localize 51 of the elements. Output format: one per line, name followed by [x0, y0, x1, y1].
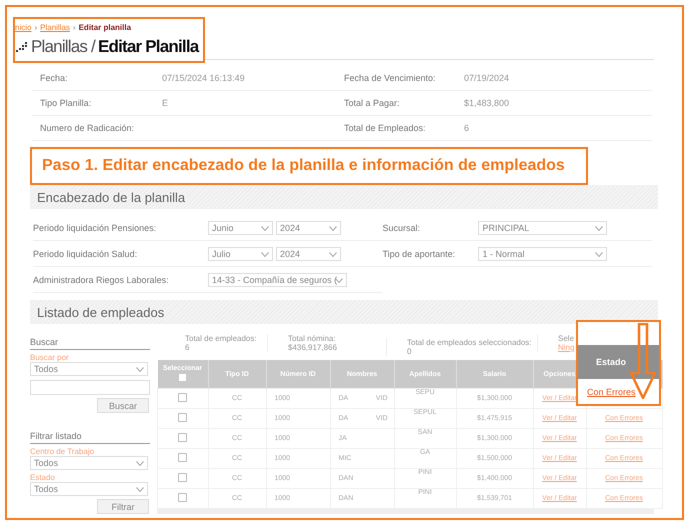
field-label: Total de Empleados: — [344, 123, 427, 133]
column-header: Estado — [578, 345, 659, 379]
field-label: Administradora Riegos Laborales: — [33, 274, 170, 284]
field-label: Fecha de Vencimiento: — [344, 73, 437, 83]
field-label: Sucursal: — [382, 222, 421, 232]
field-value: 6 — [464, 123, 470, 133]
field-value: E — [162, 98, 168, 108]
dropdown[interactable]: Julio — [208, 246, 273, 260]
summary-value: $436,917,866 — [288, 343, 338, 352]
section-header: Encabezado de la planilla — [30, 185, 658, 209]
breadcrumb-current: Editar planilla — [78, 23, 132, 32]
field-value: 07/19/2024 — [464, 73, 510, 83]
dropdown[interactable]: Junio — [208, 220, 273, 234]
step-callout: Paso 1. Editar encabezado de la planilla e información de empleados — [30, 147, 588, 185]
summary-label: Sele — [558, 334, 574, 343]
breadcrumb-link[interactable]: nicio — [15, 23, 32, 32]
field-label: Periodo liquidación Salud: — [33, 248, 138, 258]
field-value: 07/15/2024 16:13:49 — [162, 73, 245, 83]
summary-label: Total de empleados seleccionados: 0 — [407, 338, 533, 356]
filter-button[interactable]: Filtrar — [97, 499, 149, 514]
field-label: Buscar por — [30, 353, 70, 362]
page-section-title: Planillas / — [31, 37, 95, 57]
field-value: $1,483,800 — [464, 98, 510, 108]
field-label: Numero de Radicación: — [40, 123, 136, 133]
dropdown[interactable]: Todos — [30, 482, 148, 496]
panel-title: Filtrar listado — [30, 423, 150, 444]
summary-value: 6 — [185, 343, 190, 352]
dropdown[interactable]: Todos — [30, 456, 148, 470]
breadcrumb-link[interactable]: Planillas — [40, 23, 70, 32]
summary-label: Total de empleados: — [185, 334, 258, 343]
field-label: Centro de Trabajo — [30, 447, 96, 456]
field-label: Estado — [30, 473, 56, 482]
field-label: Tipo de aportante: — [382, 248, 456, 258]
selection-link[interactable]: Ning — [558, 343, 574, 352]
search-button[interactable]: Buscar — [97, 398, 149, 413]
breadcrumb-separator: › — [34, 23, 38, 32]
page-title: Editar Planilla — [98, 37, 198, 57]
field-label: Fecha: — [40, 73, 69, 83]
panel-title: Buscar — [30, 329, 150, 350]
dropdown[interactable]: 2024 — [276, 220, 341, 234]
dropdown[interactable]: Todos — [30, 362, 148, 376]
dropdown[interactable]: PRINCIPAL — [478, 220, 608, 234]
field-label: Total a Pagar: — [344, 98, 401, 108]
dropdown[interactable]: 2024 — [276, 246, 341, 260]
section-header: Listado de empleados — [30, 300, 658, 324]
dropdown[interactable]: 1 - Normal — [478, 246, 608, 260]
summary-label: Total nómina: — [288, 334, 337, 343]
breadcrumb-separator: › — [72, 23, 76, 32]
field-label: Periodo liquidación Pensiones: — [33, 222, 158, 232]
dropdown[interactable]: 14-33 - Compañía de seguros ( — [208, 272, 347, 286]
field-label: Tipo Planilla: — [40, 98, 92, 108]
